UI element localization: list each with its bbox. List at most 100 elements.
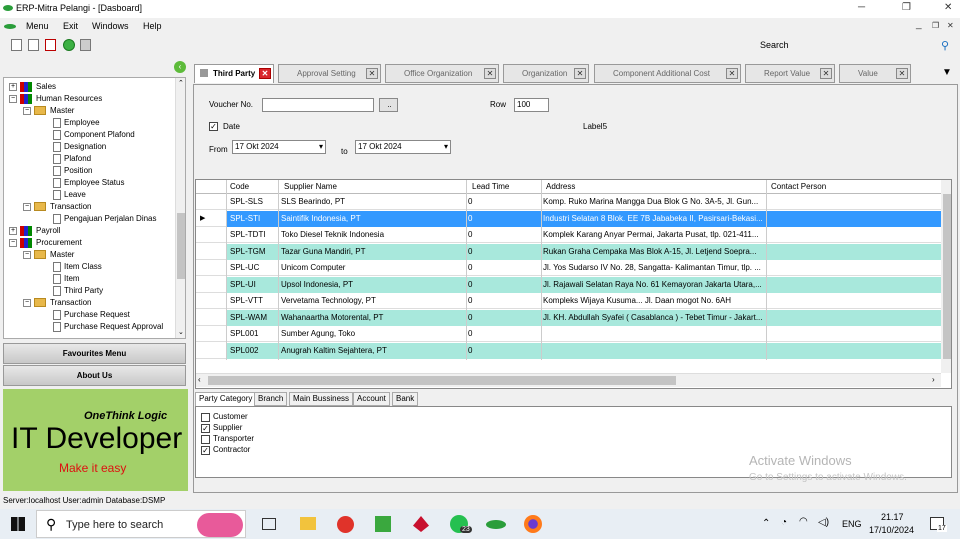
expand-icon[interactable]: +	[9, 227, 17, 235]
grid-hscrollbar-thumb[interactable]	[208, 376, 676, 385]
contractor-checkbox[interactable]: ✓	[201, 446, 210, 455]
cell-code[interactable]: SPL-UC	[230, 263, 278, 272]
grid-vscrollbar-thumb[interactable]	[943, 194, 951, 359]
collapse-panel-icon[interactable]: ‹	[174, 61, 186, 73]
browser-icon[interactable]	[337, 516, 354, 533]
cell-address[interactable]: Komp. Ruko Marina Mangga Dua Blok G No. …	[543, 197, 765, 206]
table-row[interactable]: SPL-TGM Tazar Guna Mandiri, PT 0 Rukan Grah…	[196, 243, 951, 260]
search-input[interactable]	[790, 38, 928, 52]
voucher-input[interactable]	[262, 98, 374, 112]
tab-approval-setting[interactable]: Approval Setting ✕	[278, 64, 381, 83]
table-row[interactable]: ▶ SPL-STI Saintifik Indonesia, PT 0 Industri…	[196, 210, 951, 227]
tree-node-employee[interactable]: Employee	[64, 118, 100, 127]
column-header-contact-person[interactable]: Contact Person	[771, 182, 826, 191]
scroll-left-icon[interactable]: ‹	[198, 375, 201, 384]
cell-lead-time[interactable]: 0	[468, 313, 540, 322]
tab-component-additional-cost[interactable]: Component Additional Cost ✕	[594, 64, 741, 83]
cell-code[interactable]: SPL-STI	[230, 214, 278, 223]
supplier-checkbox[interactable]: ✓	[201, 424, 210, 433]
task-view-icon[interactable]	[262, 518, 276, 530]
close-tab-icon[interactable]: ✕	[726, 68, 738, 79]
close-tab-icon[interactable]: ✕	[896, 68, 908, 79]
column-header-supplier-name[interactable]: Supplier Name	[284, 182, 337, 191]
tree-node-procurement[interactable]: Procurement	[36, 238, 82, 247]
tab-organization[interactable]: Organization ✕	[503, 64, 589, 83]
language-indicator[interactable]: ENG	[842, 519, 862, 529]
close-tab-icon[interactable]: ✕	[259, 68, 271, 79]
clock-time[interactable]: 21.17	[881, 512, 904, 522]
table-row[interactable]: SPL-UC Unicom Computer 0 Jl. Yos Sudarso IV…	[196, 260, 951, 276]
browse-button[interactable]: ..	[379, 98, 398, 112]
tab-report-value[interactable]: Report Value ✕	[745, 64, 835, 83]
collapse-icon[interactable]: −	[23, 107, 31, 115]
cell-lead-time[interactable]: 0	[468, 346, 540, 355]
erp-app-icon[interactable]	[486, 520, 506, 529]
cell-address[interactable]: Rukan Graha Cempaka Mas Blok A-15, Jl. L…	[543, 247, 765, 256]
mdi-close-icon[interactable]: ✕	[947, 21, 954, 30]
tree-node-master[interactable]: Master	[50, 250, 74, 259]
row-input[interactable]: 100	[514, 98, 549, 112]
cell-code[interactable]: SPL-TGM	[230, 247, 278, 256]
cell-lead-time[interactable]: 0	[468, 329, 540, 338]
cell-supplier-name[interactable]: Sumber Agung, Toko	[281, 329, 465, 338]
calendar-dropdown-icon[interactable]: ▾	[319, 141, 323, 153]
minimize-icon[interactable]: ─	[858, 2, 865, 13]
about-us-button[interactable]: About Us	[3, 365, 186, 386]
menu-item-help[interactable]: Help	[143, 21, 162, 31]
cell-supplier-name[interactable]: Tazar Guna Mandiri, PT	[281, 247, 465, 256]
cell-supplier-name[interactable]: Anugrah Kaltim Sejahtera, PT	[281, 346, 465, 355]
tree-node-leave[interactable]: Leave	[64, 190, 86, 199]
tree-node-master[interactable]: Master	[50, 106, 74, 115]
table-row[interactable]: SPL001 Sumber Agung, Toko 0	[196, 326, 951, 342]
tree-node-employee-status[interactable]: Employee Status	[64, 178, 124, 187]
tree-node-plafond[interactable]: Plafond	[64, 154, 91, 163]
cell-address[interactable]: Kompleks Wijaya Kusuma... Jl. Daan mogot…	[543, 296, 765, 305]
close-icon[interactable]: ✕	[944, 2, 952, 13]
mdi-restore-icon[interactable]: ❐	[932, 21, 939, 30]
tab-third-party[interactable]: Third Party ✕	[194, 64, 274, 83]
collapse-icon[interactable]: −	[23, 299, 31, 307]
cell-lead-time[interactable]: 0	[468, 263, 540, 272]
cell-supplier-name[interactable]: Unicom Computer	[281, 263, 465, 272]
tree-node-third-party[interactable]: Third Party	[64, 286, 103, 295]
tree-node-sales[interactable]: Sales	[36, 82, 56, 91]
close-tab-icon[interactable]: ✕	[820, 68, 832, 79]
restore-icon[interactable]: ❐	[902, 2, 911, 13]
transporter-checkbox[interactable]	[201, 435, 210, 444]
cell-address[interactable]: Komplek Karang Anyar Permai, Jakarta Pus…	[543, 230, 765, 239]
search-icon[interactable]: ⚲	[941, 39, 949, 52]
tab-bank[interactable]: Bank	[392, 392, 419, 406]
cell-lead-time[interactable]: 0	[468, 296, 540, 305]
volume-icon[interactable]: ◁)	[818, 517, 829, 528]
cell-code[interactable]: SPL-WAM	[230, 313, 278, 322]
cell-address[interactable]: Jl. Rajawali Selatan Raya No. 61 Kemayor…	[543, 280, 765, 289]
cell-lead-time[interactable]: 0	[468, 247, 540, 256]
menu-item-menu[interactable]: Menu	[26, 21, 49, 31]
tree-node-item-class[interactable]: Item Class	[64, 262, 102, 271]
tab-account[interactable]: Account	[353, 392, 390, 406]
scroll-down-icon[interactable]: ⌄	[178, 328, 184, 336]
tree-node-position[interactable]: Position	[64, 166, 92, 175]
cell-code[interactable]: SPL-UI	[230, 280, 278, 289]
from-date-picker[interactable]: 17 Okt 2024 ▾	[232, 140, 326, 154]
table-row[interactable]: SPL-SLS SLS Bearindo, PT 0 Komp. Ruko Marin…	[196, 194, 951, 210]
cell-supplier-name[interactable]: SLS Bearindo, PT	[281, 197, 465, 206]
column-header-lead-time[interactable]: Lead Time	[472, 182, 509, 191]
tree-scrollbar[interactable]	[175, 78, 185, 338]
tree-node-human-resources[interactable]: Human Resources	[36, 94, 102, 103]
tree-node-item[interactable]: Item	[64, 274, 80, 283]
tree-scrollbar-thumb[interactable]	[177, 213, 185, 279]
delete-icon[interactable]	[45, 39, 56, 51]
table-row[interactable]: SPL-UI Upsol Indonesia, PT 0 Jl. Rajawali S…	[196, 276, 951, 293]
cell-supplier-name[interactable]: Wahanaartha Motorental, PT	[281, 313, 465, 322]
calendar-dropdown-icon[interactable]: ▾	[444, 141, 448, 153]
menu-item-windows[interactable]: Windows	[92, 21, 129, 31]
customer-checkbox[interactable]	[201, 413, 210, 422]
table-row[interactable]: SPL002 Anugrah Kaltim Sejahtera, PT 0	[196, 342, 951, 359]
collapse-icon[interactable]: −	[23, 203, 31, 211]
cell-address[interactable]: Jl. KH. Abdullah Syafei ( Casablanca ) -…	[543, 313, 765, 322]
tree-node-transaction[interactable]: Transaction	[50, 298, 92, 307]
expand-icon[interactable]: +	[9, 83, 17, 91]
cell-address[interactable]: Jl. Yos Sudarso IV No. 28, Sangatta- Kal…	[543, 263, 765, 272]
scroll-up-icon[interactable]: ⌃	[178, 79, 184, 87]
